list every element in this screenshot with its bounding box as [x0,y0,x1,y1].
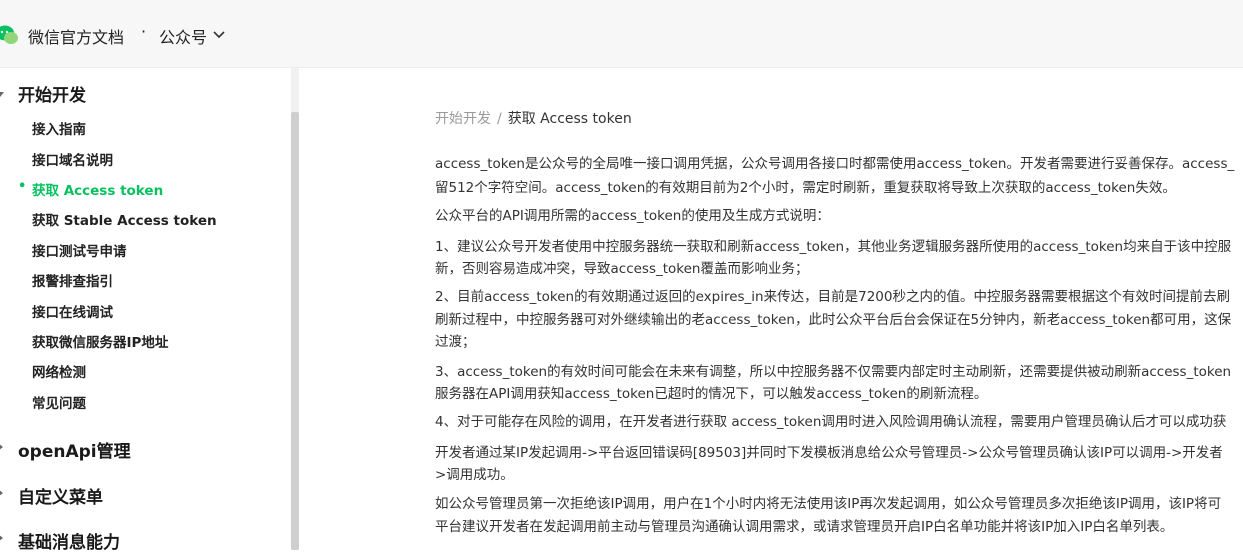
article-line: 公众平台的API调用所需的access_token的使用及生成方式说明： [435,208,830,224]
sidebar-item-access-token[interactable]: 获取 Access token [32,179,163,199]
sidebar-item-alarm[interactable]: 报警排查指引 [32,270,113,290]
sidebar-item-server-ip[interactable]: 获取微信服务器IP地址 [32,331,168,351]
product-switcher[interactable]: 公众号 [159,24,207,48]
brand-title[interactable]: 微信官方文档 [28,24,124,48]
sidebar-section-openapi[interactable]: openApi管理 [18,437,131,462]
article-line: 4、对于可能存在风险的调用，在开发者进行获取 access_token调用时进入… [435,414,1227,430]
article-line: 1、建议公众号开发者使用中控服务器统一获取和刷新access_token，其他业… [435,239,1232,255]
sidebar-item-online-debug[interactable]: 接口在线调试 [32,301,113,321]
article-line: 留512个字符空间。access_token的有效期目前为2个小时，需定时刷新，… [435,180,1176,196]
article-line: 3、access_token的有效时间可能会在未来有调整，所以中控服务器不仅需要… [435,364,1232,380]
caret-right-icon [0,490,3,496]
sidebar-section-menu[interactable]: 自定义菜单 [18,483,103,508]
sidebar-item-test-account[interactable]: 接口测试号申请 [32,240,127,260]
sidebar-item-network[interactable]: 网络检测 [32,361,86,381]
breadcrumb-current: 获取 Access token [507,111,632,127]
chevron-down-icon[interactable] [212,27,226,41]
wechat-logo-icon[interactable] [0,24,18,46]
article-line: 2、目前access_token的有效期通过返回的expires_in来传达，目… [435,289,1230,305]
article-line: 刷新过程中，中控服务器可对外继续输出的老access_token，此时公众平台后… [435,312,1232,328]
header-separator: · [141,22,147,41]
article-line: access_token是公众号的全局唯一接口调用凭据，公众号调用各接口时都需使… [435,156,1235,172]
active-bullet: • [18,179,27,194]
sidebar-scrollbar-thumb[interactable] [291,112,299,550]
article-line: 过渡； [435,334,476,350]
article-line: >调用成功。 [435,467,514,483]
sidebar-nav: 开始开发 接入指南 接口域名说明 • 获取 Access token 获取 St… [0,68,291,553]
caret-right-icon [0,535,3,541]
caret-right-icon [0,444,3,450]
article-line: 服务器在API调用获知access_token已超时的情况下，可以触发acces… [435,386,988,402]
sidebar-section-start[interactable]: 开始开发 [18,81,86,106]
sidebar-item-domain[interactable]: 接口域名说明 [32,149,113,169]
sidebar-section-message[interactable]: 基础消息能力 [18,528,120,553]
breadcrumb-separator: / [497,111,502,127]
article-line: 开发者通过某IP发起调用->平台返回错误码[89503]并同时下发模板消息给公众… [435,445,1223,461]
sidebar-item-faq[interactable]: 常见问题 [32,392,86,412]
caret-down-icon [0,92,4,97]
main-content: 开始开发 / 获取 Access token access_token是公众号的全局… [299,68,1243,550]
article-line: 平台建议开发者在发起调用前主动与管理员沟通确认调用需求，或请求管理员开启IP白名… [435,519,1174,535]
sidebar-item-access-guide[interactable]: 接入指南 [32,118,86,138]
top-bar: 微信官方文档 · 公众号 [0,0,1243,68]
article-line: 如公众号管理员第一次拒绝该IP调用，用户在1个小时内将无法使用该IP再次发起调用… [435,496,1222,512]
sidebar-item-stable-token[interactable]: 获取 Stable Access token [32,209,217,229]
article-line: 新，否则容易造成冲突，导致access_token覆盖而影响业务； [435,261,809,277]
breadcrumb-parent[interactable]: 开始开发 [435,111,491,127]
breadcrumb: 开始开发 / 获取 Access token [435,108,632,128]
